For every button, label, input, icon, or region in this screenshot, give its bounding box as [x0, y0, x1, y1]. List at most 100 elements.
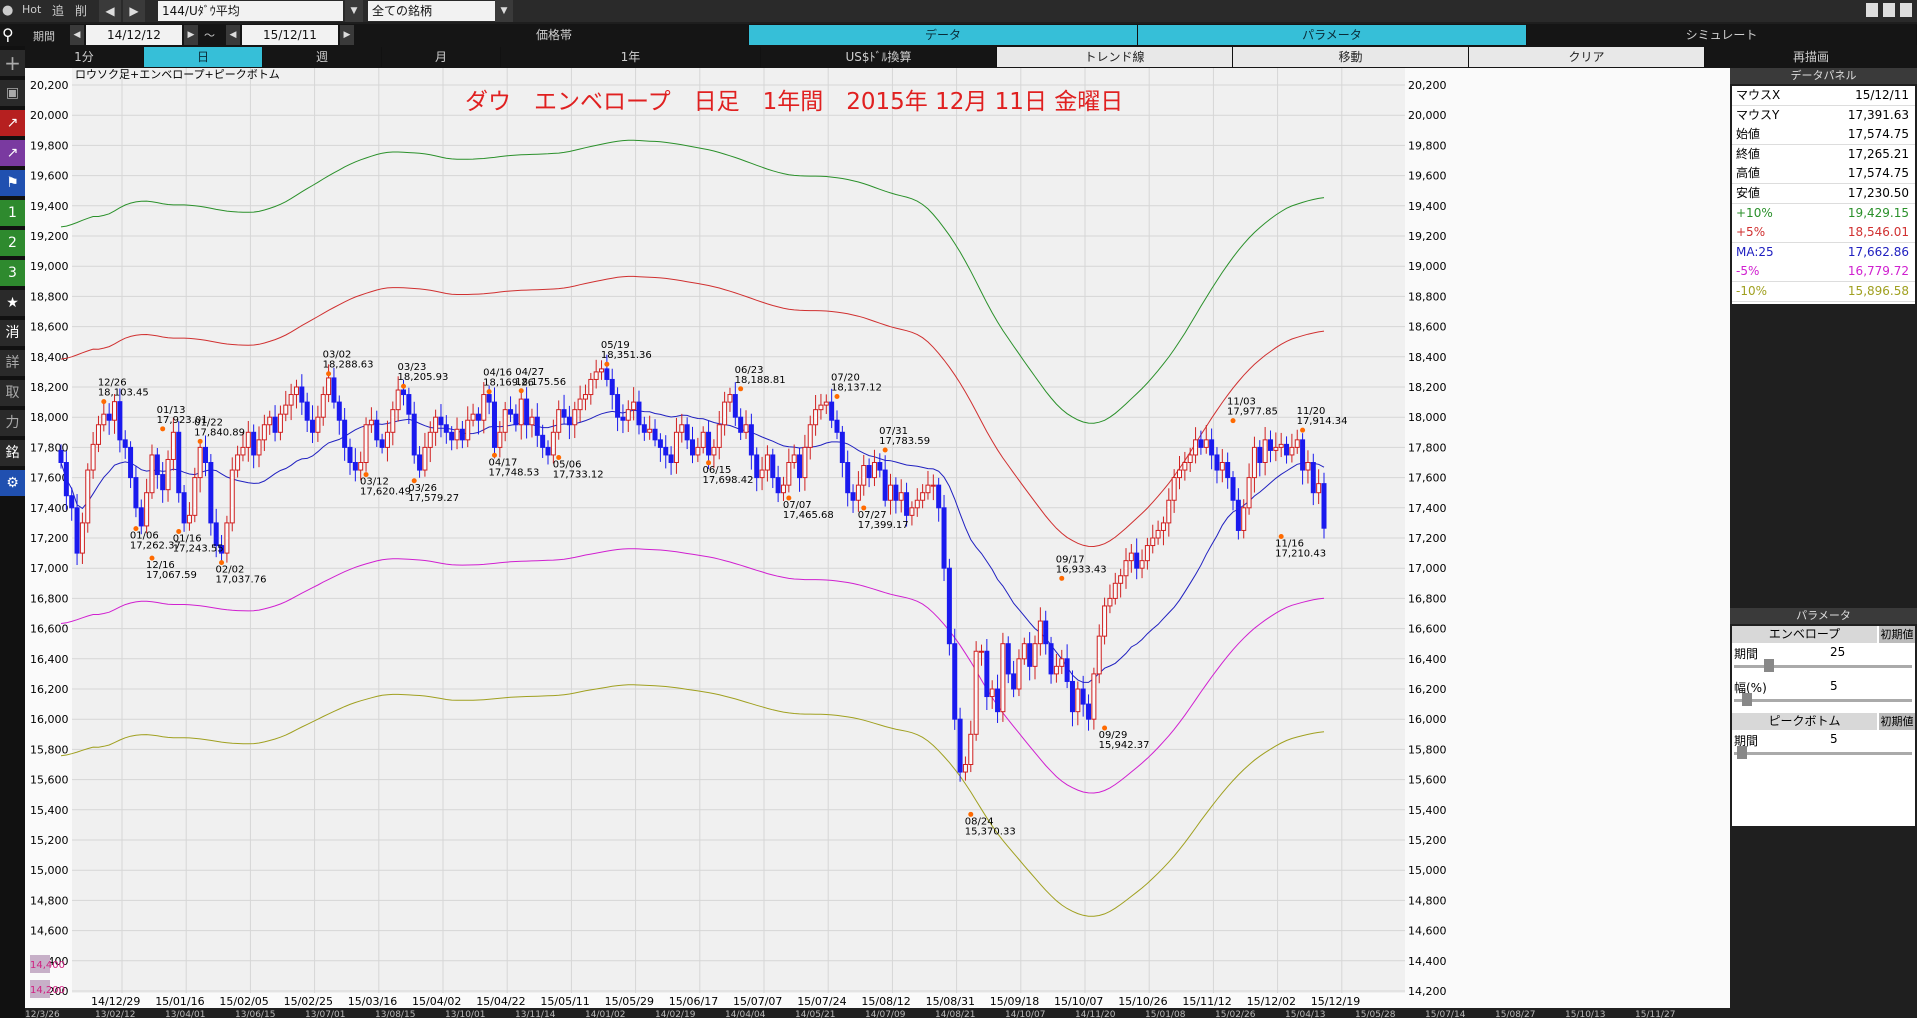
peak-reset-button[interactable]: 初期値	[1879, 713, 1915, 730]
close-icon[interactable]	[1900, 3, 1912, 17]
universe-select[interactable]: 全ての銘柄	[368, 1, 495, 21]
tab-daily[interactable]: 日	[144, 47, 263, 67]
candle-body	[882, 469, 888, 501]
maximize-icon[interactable]	[1883, 3, 1895, 17]
data-panel-value: 17,662.86	[1847, 244, 1909, 259]
gear-icon[interactable]: ⚙	[0, 470, 25, 496]
candle-body	[1273, 446, 1279, 451]
annotation-value: 17,698.42	[703, 475, 754, 486]
tab-parameter[interactable]: パラメータ	[1138, 25, 1527, 45]
flag-icon[interactable]: ⚑	[0, 170, 25, 196]
tab-1min[interactable]: 1分	[25, 47, 144, 67]
overview-tick: 13/07/01	[305, 1010, 345, 1018]
tab-simulate[interactable]: シミュレート	[1527, 25, 1917, 45]
chart-title: ダウ エンベロープ 日足 1年間 2015年 12月 11日 金曜日	[465, 89, 1123, 115]
peak-period-value[interactable]: 5	[1830, 732, 1838, 746]
delete-button[interactable]: 削	[75, 2, 87, 19]
date-to-input[interactable]: 15/12/11	[242, 25, 338, 45]
chart-indicator-icon[interactable]: ↗	[0, 140, 25, 166]
y-tick-label-left: 18,800	[30, 290, 69, 303]
candle-body	[202, 446, 208, 463]
candle-body	[636, 401, 642, 426]
tab-usd-convert[interactable]: US$ﾄﾞﾙ換算	[761, 47, 997, 67]
tab-1year[interactable]: 1年	[501, 47, 761, 67]
layout-1-button[interactable]: 1	[0, 200, 25, 226]
camera-icon[interactable]: ▣	[0, 80, 25, 106]
chart-line-icon[interactable]: ↗	[0, 110, 25, 136]
next-symbol-button[interactable]: ▶	[123, 0, 145, 22]
width-slider-thumb[interactable]	[1742, 693, 1753, 706]
fetch-button[interactable]: 取	[0, 380, 25, 406]
annotation-value: 17,840.89	[194, 427, 245, 438]
bulb-icon[interactable]: ●	[2, 2, 18, 20]
candle-body	[1262, 439, 1268, 464]
star-icon[interactable]: ★	[0, 290, 25, 316]
candle-body	[459, 428, 465, 441]
minimize-icon[interactable]	[1866, 3, 1878, 17]
data-panel-row: -5% 16,779.72	[1732, 262, 1915, 283]
detail-button[interactable]: 詳	[0, 350, 25, 376]
symbol-dropdown-icon[interactable]: ▼	[345, 0, 363, 22]
candle-body	[695, 446, 701, 456]
candle-body	[1284, 443, 1290, 456]
candle-body	[722, 401, 728, 426]
scroll-label-2: 14,200	[30, 985, 65, 996]
peak-bottom-marker	[486, 389, 492, 395]
period-slider-thumb[interactable]	[1764, 659, 1775, 672]
x-tick-label: 15/05/29	[605, 995, 654, 1008]
envelope-reset-button[interactable]: 初期値	[1879, 626, 1915, 643]
y-tick-label-left: 19,400	[30, 200, 69, 213]
hot-button[interactable]: Hot	[22, 3, 41, 16]
universe-dropdown-icon[interactable]: ▼	[495, 0, 513, 22]
date-to-prev-button[interactable]: ◀	[226, 25, 240, 45]
candle-body	[229, 469, 235, 524]
tab-monthly[interactable]: 月	[382, 47, 501, 67]
erase-button[interactable]: 消	[0, 320, 25, 346]
tab-data[interactable]: データ	[749, 25, 1138, 45]
tab-redraw[interactable]: 再描画	[1705, 47, 1917, 67]
price-chart[interactable]: 20,200 20,000 19,800 19,600 19,400 19,200 19,0…	[25, 68, 1730, 1018]
candle-body	[775, 477, 781, 494]
candle-body	[1086, 703, 1092, 720]
candle-body	[1171, 477, 1177, 501]
tab-clear[interactable]: クリア	[1469, 47, 1705, 67]
candle-body	[540, 434, 546, 448]
layout-3-button[interactable]: 3	[0, 260, 25, 286]
symbol-input[interactable]: 144/Uﾀﾞｳ平均	[158, 1, 343, 21]
candle-body	[1267, 439, 1273, 451]
y-tick-label-right: 18,200	[1408, 381, 1447, 394]
prev-symbol-button[interactable]: ◀	[99, 0, 121, 22]
plus-icon[interactable]: +	[0, 50, 25, 76]
right-panel: データパネル マウスX 15/12/11 マウスY 17,391.63 始値 17,574…	[1730, 68, 1917, 1018]
search-icon[interactable]: ⚲	[2, 26, 22, 46]
y-tick-label-left: 19,200	[30, 230, 69, 243]
candle-body	[1144, 545, 1150, 562]
peak-slider-thumb[interactable]	[1737, 746, 1748, 759]
candle-body	[326, 377, 332, 396]
tab-move[interactable]: 移動	[1233, 47, 1469, 67]
candle-body	[679, 424, 685, 433]
candle-body	[556, 409, 562, 433]
tab-weekly[interactable]: 週	[263, 47, 382, 67]
candle-body	[112, 401, 118, 421]
add-button[interactable]: 追	[52, 2, 64, 19]
tab-price-range[interactable]: 価格帯	[360, 25, 749, 45]
symbol-button[interactable]: 銘	[0, 440, 25, 466]
date-from-next-button[interactable]: ▶	[184, 25, 198, 45]
candle-body	[711, 446, 717, 456]
candle-body	[807, 424, 813, 448]
candle-body	[599, 368, 605, 373]
annotation-value: 17,210.43	[1275, 548, 1326, 559]
input-button[interactable]: 力	[0, 410, 25, 436]
y-tick-label-left: 14,800	[30, 894, 69, 907]
candle-body	[181, 492, 187, 524]
width-param-value[interactable]: 5	[1830, 679, 1838, 693]
date-from-prev-button[interactable]: ◀	[70, 25, 84, 45]
date-to-next-button[interactable]: ▶	[340, 25, 354, 45]
date-from-input[interactable]: 14/12/12	[86, 25, 182, 45]
overview-tick: 13/06/15	[235, 1010, 275, 1018]
period-param-value[interactable]: 25	[1830, 645, 1845, 659]
layout-2-button[interactable]: 2	[0, 230, 25, 256]
tab-trendline[interactable]: トレンド線	[997, 47, 1233, 67]
candle-body	[433, 416, 439, 433]
